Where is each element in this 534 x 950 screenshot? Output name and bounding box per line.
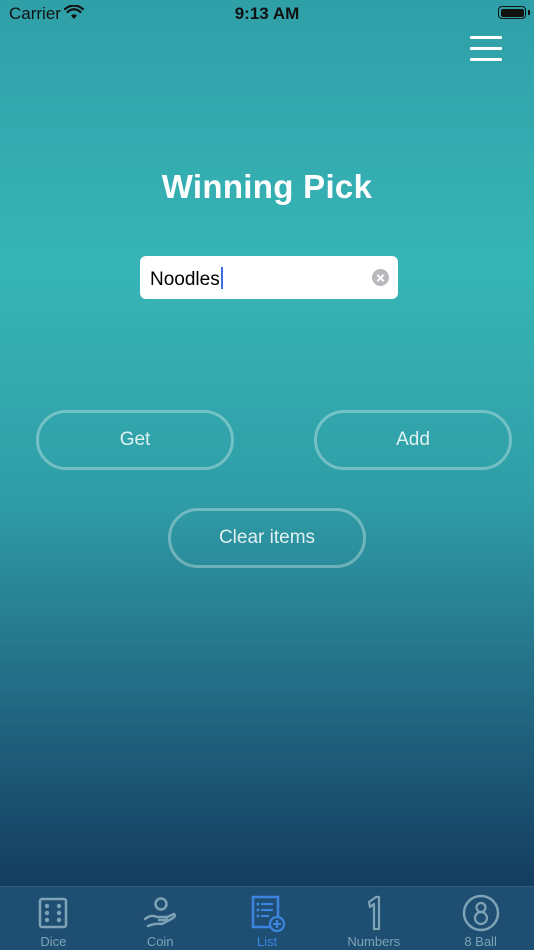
tab-label-list: List xyxy=(256,934,278,949)
tab-label-numbers: Numbers xyxy=(347,934,401,949)
dice-icon xyxy=(39,897,68,929)
get-button[interactable]: Get xyxy=(36,410,234,470)
tab-label-8-ball: 8 Ball xyxy=(464,934,497,949)
page-title: Winning Pick xyxy=(161,168,373,205)
tab-label-coin: Coin xyxy=(146,934,174,949)
tab-list[interactable]: List xyxy=(214,887,321,950)
tab-numbers[interactable]: Numbers xyxy=(320,887,427,950)
text-caret xyxy=(220,267,223,289)
tab-coin[interactable]: Coin xyxy=(107,887,214,950)
tab-dice[interactable]: Dice xyxy=(0,887,107,950)
status-time: 9:13 AM xyxy=(234,4,300,23)
clear-circle-icon[interactable] xyxy=(372,269,389,286)
item-input[interactable]: Noodles xyxy=(140,256,398,299)
status-bar: Carrier 9:13 AM xyxy=(0,0,534,28)
hamburger-icon xyxy=(470,36,502,39)
battery-icon xyxy=(498,6,526,19)
tab-label-dice: Dice xyxy=(40,934,67,949)
tab-8-ball[interactable]: 8 Ball xyxy=(427,887,534,950)
number-one-icon xyxy=(367,895,380,931)
list-add-icon xyxy=(251,895,286,933)
item-input-value: Noodles xyxy=(150,269,220,290)
clear-items-button[interactable]: Clear items xyxy=(168,508,366,568)
menu-button[interactable] xyxy=(466,32,506,66)
coin-hand-icon xyxy=(143,897,177,928)
eight-ball-icon xyxy=(462,894,499,932)
add-button[interactable]: Add xyxy=(314,410,512,470)
tab-bar: Dice Coin List Numbers 8 Ball xyxy=(0,886,534,950)
